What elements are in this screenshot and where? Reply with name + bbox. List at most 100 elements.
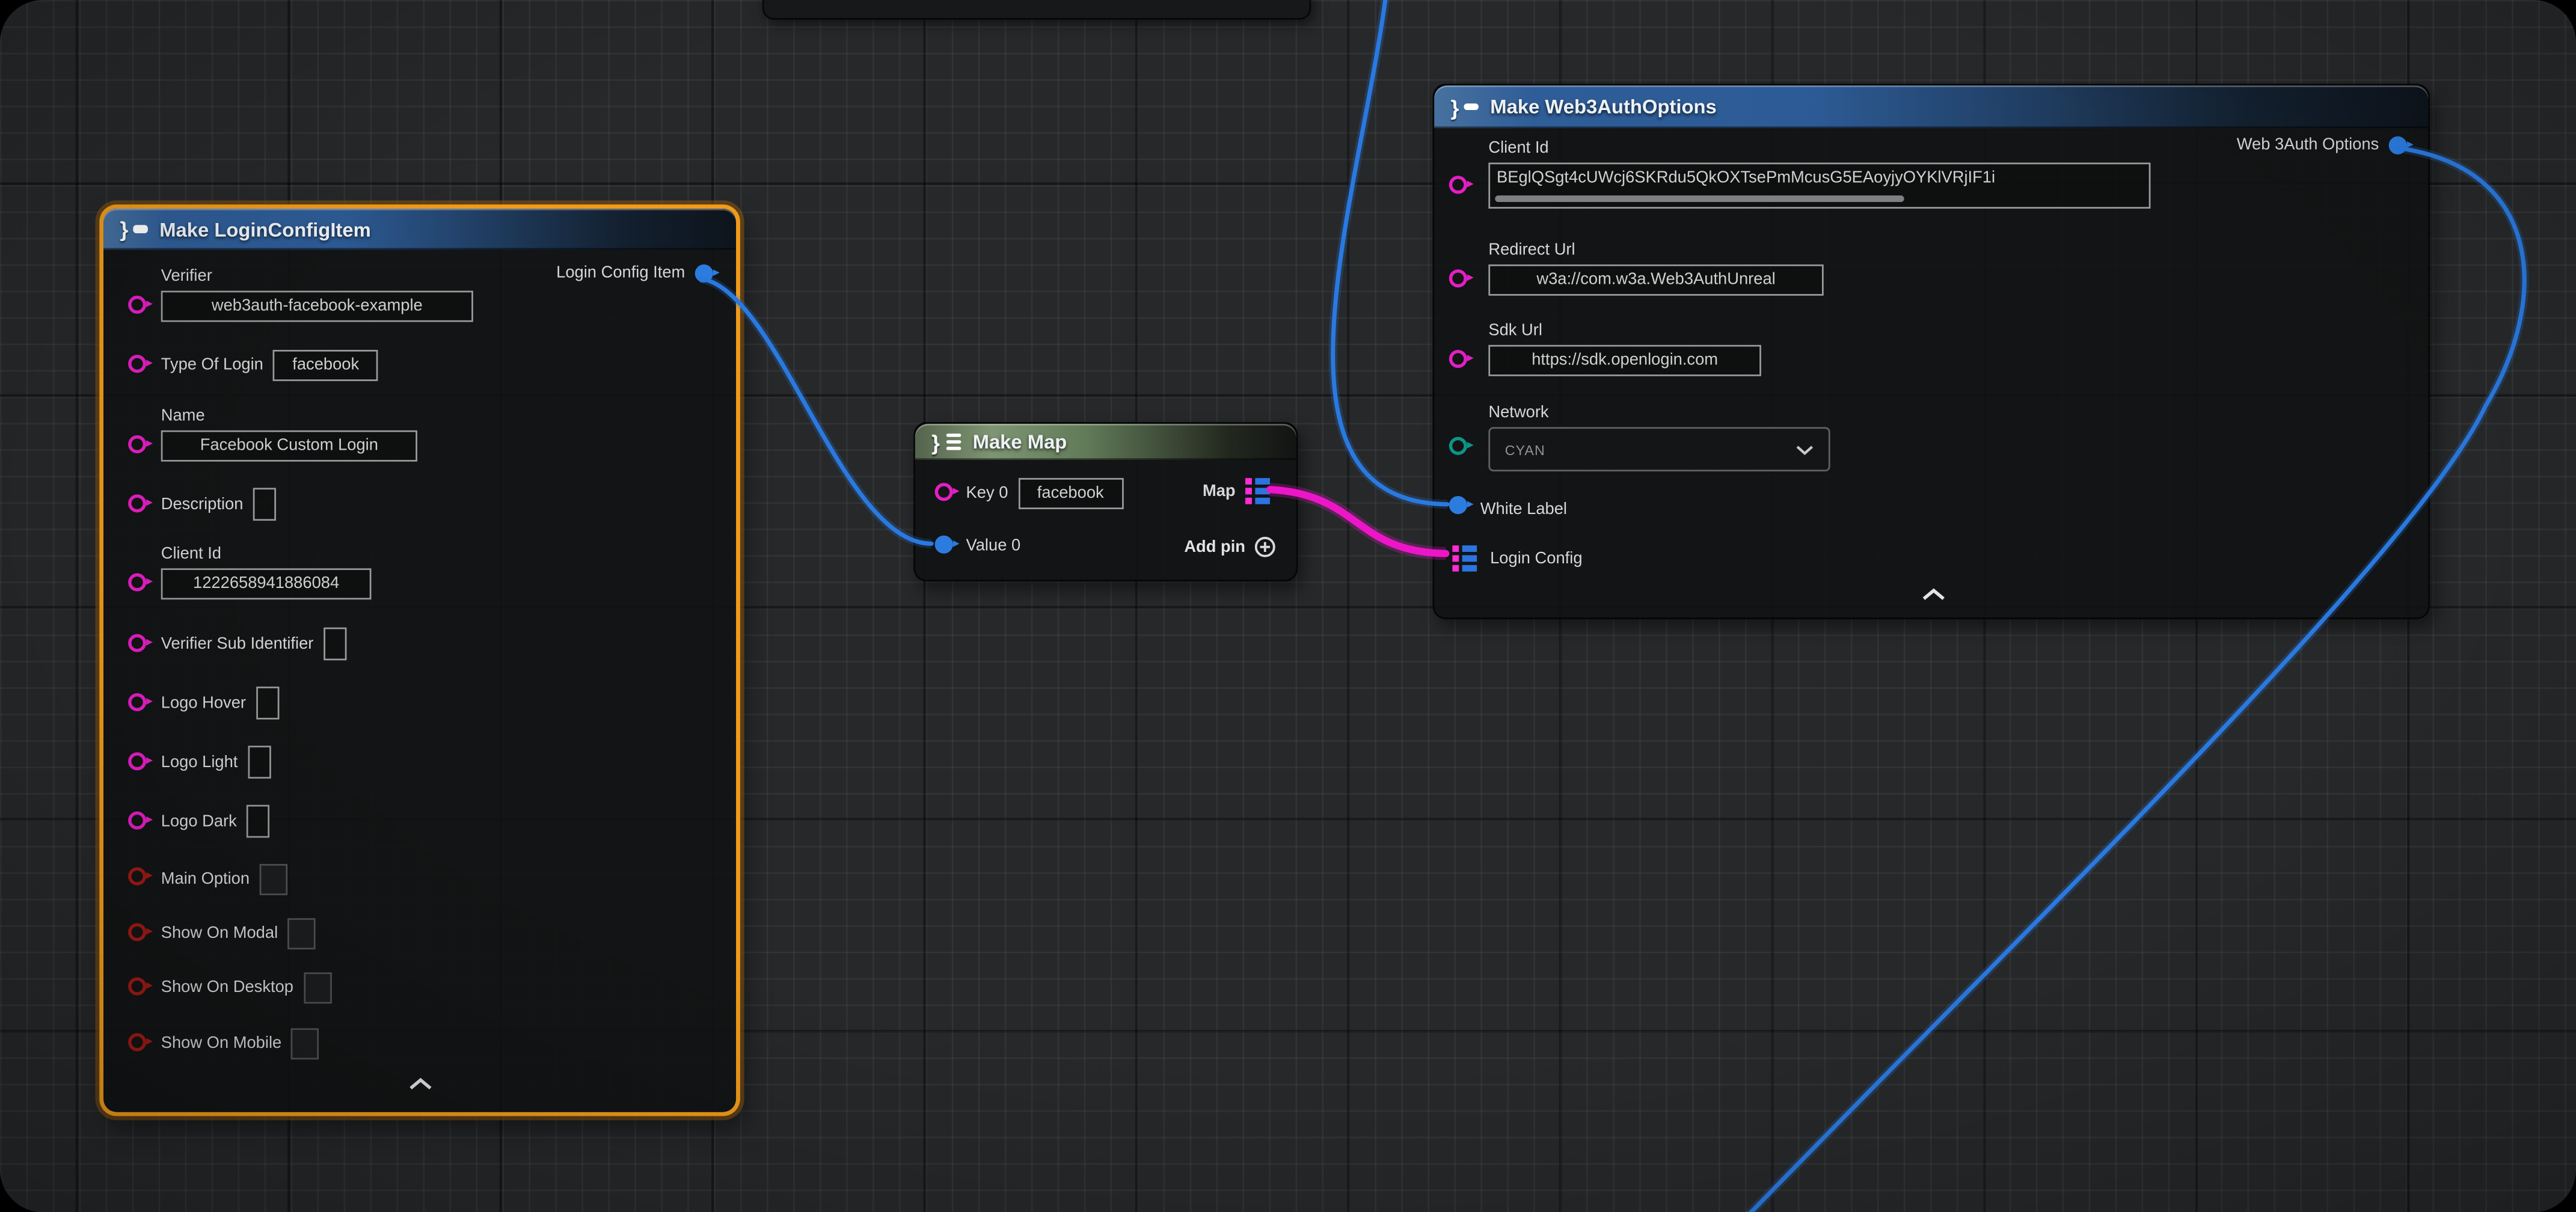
client-id-input[interactable]: 1222658941886084 xyxy=(161,568,372,599)
name-field-group: Name Facebook Custom Login xyxy=(161,408,417,462)
node-header[interactable]: } Make Web3AuthOptions xyxy=(1434,85,2428,128)
show-on-desktop-row: Show On Desktop xyxy=(161,971,331,1004)
redirect-url-pin[interactable] xyxy=(1449,269,1467,287)
show-on-mobile-pin[interactable] xyxy=(128,1033,146,1051)
show-on-desktop-label: Show On Desktop xyxy=(161,978,293,996)
login-config-pin[interactable] xyxy=(1452,545,1477,572)
login-config-row: Login Config xyxy=(1452,542,1582,575)
client-id-pin[interactable] xyxy=(128,574,146,592)
output-row: Login Config Item xyxy=(556,265,713,283)
logo-dark-pin[interactable] xyxy=(128,812,146,830)
logo-light-label: Logo Light xyxy=(161,753,238,771)
redirect-url-label: Redirect Url xyxy=(1488,242,1823,260)
logo-dark-row: Logo Dark xyxy=(161,805,270,838)
key0-input[interactable]: facebook xyxy=(1018,477,1123,509)
add-pin-label: Add pin xyxy=(1184,538,1245,556)
network-pin[interactable] xyxy=(1449,437,1467,455)
node-title: Make LoginConfigItem xyxy=(159,218,371,240)
verifier-sub-identifier-row: Verifier Sub Identifier xyxy=(161,628,346,661)
type-of-login-input[interactable]: facebook xyxy=(273,349,378,381)
main-option-checkbox[interactable] xyxy=(259,863,287,895)
show-on-mobile-label: Show On Mobile xyxy=(161,1034,281,1052)
type-of-login-label: Type Of Login xyxy=(161,356,263,374)
verifier-sub-identifier-input[interactable] xyxy=(324,628,346,661)
client-id-label: Client Id xyxy=(1488,139,2150,158)
make-map-icon: } xyxy=(931,431,940,453)
sdk-url-pin[interactable] xyxy=(1449,350,1467,368)
type-of-login-pin[interactable] xyxy=(128,355,146,373)
verifier-pin[interactable] xyxy=(128,296,146,314)
blueprint-editor: } Make LoginConfigItem Login Config Item… xyxy=(0,0,2576,1212)
show-on-desktop-pin[interactable] xyxy=(128,978,146,996)
verifier-input[interactable]: web3auth-facebook-example xyxy=(161,291,473,322)
redirect-url-input[interactable]: w3a://com.w3a.Web3AuthUnreal xyxy=(1488,265,1823,296)
show-on-modal-label: Show On Modal xyxy=(161,924,278,942)
graph-canvas[interactable]: } Make LoginConfigItem Login Config Item… xyxy=(0,0,2576,1212)
network-field-group: Network CYAN xyxy=(1488,404,1830,471)
chevron-down-icon xyxy=(1796,444,1814,454)
key0-row: Key 0 facebook xyxy=(966,476,1123,509)
node-make-login-config-item[interactable]: } Make LoginConfigItem Login Config Item… xyxy=(103,209,736,1112)
make-map-icon-list xyxy=(946,434,961,450)
sdk-url-input[interactable]: https://sdk.openlogin.com xyxy=(1488,345,1761,376)
logo-hover-pin[interactable] xyxy=(128,693,146,711)
show-on-modal-checkbox[interactable] xyxy=(288,917,316,949)
client-id-input[interactable]: BEglQSgt4cUWcj6SKRdu5QkOXTsePmMcusG5EAoy… xyxy=(1488,162,2150,209)
collapse-node-arrow[interactable] xyxy=(408,1077,434,1091)
verifier-label: Verifier xyxy=(161,268,473,286)
map-output-pin[interactable] xyxy=(1245,478,1270,504)
node-make-map[interactable]: } Make Map Key 0 facebook Map Value 0 xyxy=(913,422,1298,581)
value0-label: Value 0 xyxy=(966,536,1021,554)
show-on-modal-pin[interactable] xyxy=(128,923,146,941)
login-config-item-output-pin[interactable] xyxy=(695,265,713,283)
name-label: Name xyxy=(161,408,417,426)
description-label: Description xyxy=(161,495,244,513)
network-dropdown[interactable]: CYAN xyxy=(1488,427,1830,471)
logo-light-input[interactable] xyxy=(248,745,271,779)
main-option-row: Main Option xyxy=(161,862,287,895)
logo-light-pin[interactable] xyxy=(128,752,146,770)
client-id-scrollbar[interactable] xyxy=(1495,195,1903,202)
node-header[interactable]: } Make Map xyxy=(915,424,1296,460)
make-struct-icon-pin xyxy=(1464,103,1479,110)
key0-label: Key 0 xyxy=(966,484,1008,502)
name-pin[interactable] xyxy=(128,435,146,453)
node-header[interactable]: } Make LoginConfigItem xyxy=(103,209,736,249)
logo-hover-label: Logo Hover xyxy=(161,694,246,712)
description-row: Description xyxy=(161,488,276,521)
description-pin[interactable] xyxy=(128,494,146,512)
network-dropdown-value: CYAN xyxy=(1505,441,1545,458)
make-struct-icon-pin xyxy=(133,225,148,233)
logo-dark-input[interactable] xyxy=(247,805,269,838)
wire-offscreen-to-white-label-glow xyxy=(1333,0,1447,504)
node-make-web3auth-options[interactable]: } Make Web3AuthOptions Web 3Auth Options… xyxy=(1432,84,2429,619)
make-struct-icon: } xyxy=(1451,96,1459,118)
value0-pin[interactable] xyxy=(935,536,953,554)
client-id-label: Client Id xyxy=(161,545,372,563)
logo-hover-input[interactable] xyxy=(256,687,278,720)
web3auth-options-output-pin[interactable] xyxy=(2389,136,2407,155)
show-on-desktop-checkbox[interactable] xyxy=(303,972,331,1003)
add-pin-button[interactable]: Add pin xyxy=(1184,536,1277,559)
offscreen-node-bottom-edge[interactable] xyxy=(762,0,1311,20)
name-input[interactable]: Facebook Custom Login xyxy=(161,430,417,462)
show-on-mobile-checkbox[interactable] xyxy=(292,1027,319,1059)
description-input[interactable] xyxy=(253,488,276,521)
verifier-sub-identifier-pin[interactable] xyxy=(128,634,146,652)
output-row: Web 3Auth Options xyxy=(2237,136,2407,155)
verifier-sub-identifier-label: Verifier Sub Identifier xyxy=(161,635,314,653)
network-label: Network xyxy=(1488,404,1830,422)
key0-pin[interactable] xyxy=(935,483,953,501)
logo-light-row: Logo Light xyxy=(161,745,271,779)
login-config-label: Login Config xyxy=(1490,549,1582,568)
logo-hover-row: Logo Hover xyxy=(161,687,279,720)
map-output-row: Map xyxy=(1203,478,1270,504)
client-id-pin[interactable] xyxy=(1449,176,1467,194)
collapse-node-arrow[interactable] xyxy=(1921,588,1947,601)
map-output-label: Map xyxy=(1203,482,1236,500)
main-option-pin[interactable] xyxy=(128,868,146,886)
node-title: Make Map xyxy=(973,430,1067,453)
wire-offscreen-to-white-label[interactable] xyxy=(1333,0,1447,504)
verifier-field-group: Verifier web3auth-facebook-example xyxy=(161,268,473,322)
white-label-pin[interactable] xyxy=(1449,496,1467,514)
